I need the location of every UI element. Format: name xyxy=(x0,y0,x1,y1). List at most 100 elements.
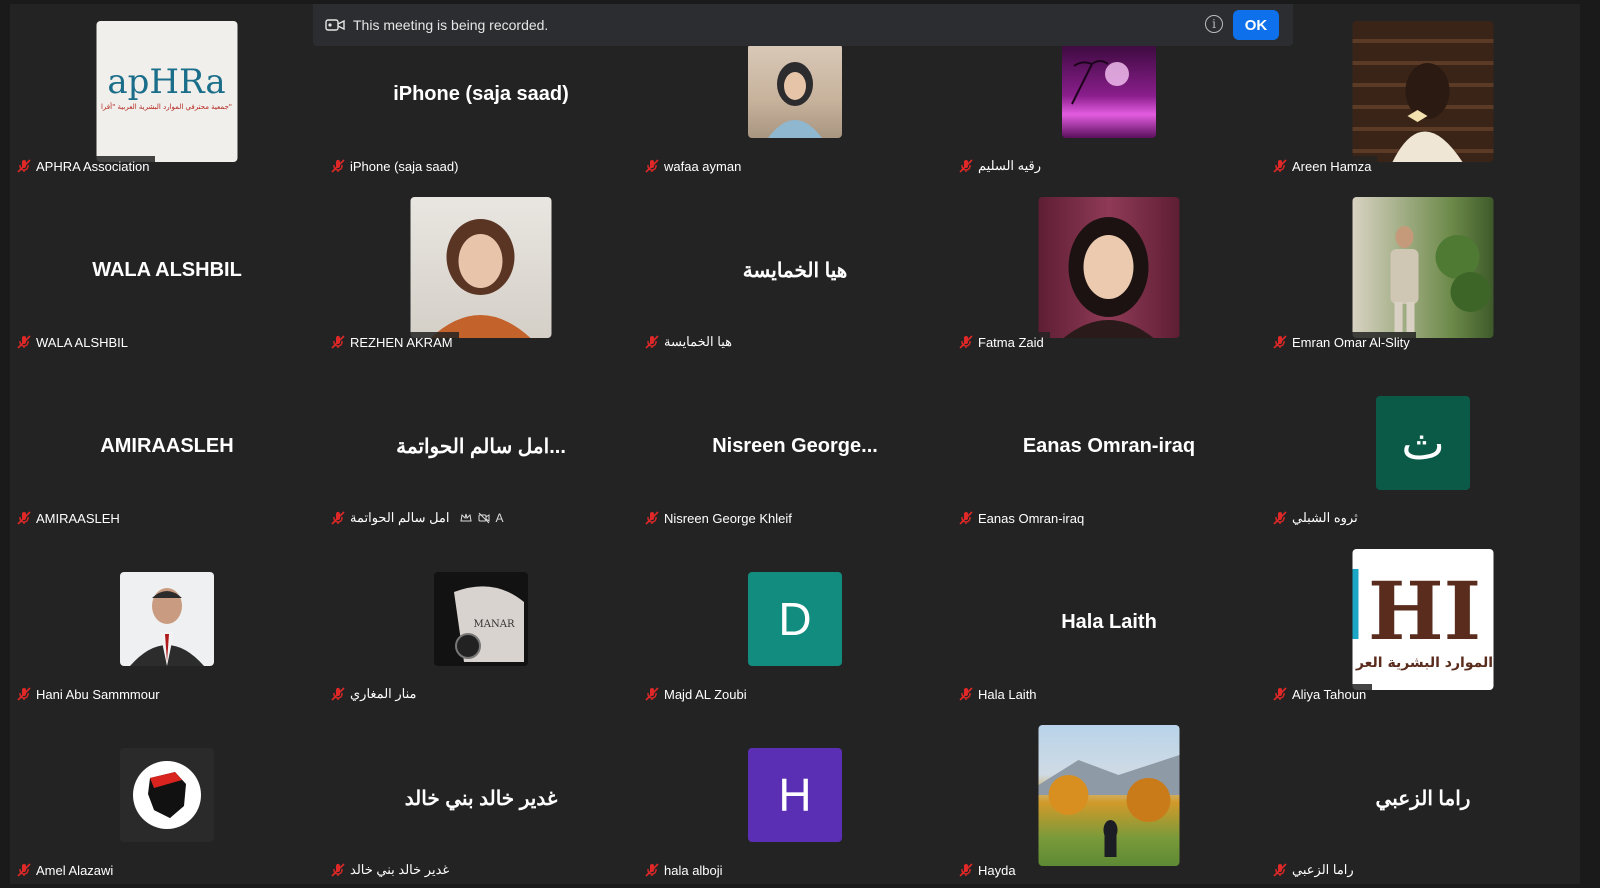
participant-tile[interactable]: امل سالم الحواتمة... امل سالم الحواتمة A xyxy=(324,356,638,532)
participant-tile[interactable]: Hala Laith Hala Laith xyxy=(952,532,1266,708)
participant-label: Eanas Omran-iraq xyxy=(956,508,1091,528)
mic-muted-icon xyxy=(645,335,659,349)
participant-label: AMIRAASLEH xyxy=(14,508,126,528)
participant-tile[interactable]: Amel Alazawi xyxy=(10,708,324,884)
avatar: ث xyxy=(1376,396,1470,490)
participant-photo xyxy=(1038,197,1180,338)
participant-name: Hani Abu Sammmour xyxy=(36,686,160,702)
participant-tile[interactable]: Fatma Zaid xyxy=(952,180,1266,356)
mic-muted-icon xyxy=(331,863,345,877)
mic-muted-icon xyxy=(959,687,973,701)
participant-name: Majd AL Zoubi xyxy=(664,686,747,702)
participant-name: راما الزعبي xyxy=(1292,862,1354,877)
participant-photo xyxy=(120,572,214,666)
participant-name: iPhone (saja saad) xyxy=(350,158,459,174)
participant-label: REZHEN AKRAM xyxy=(328,332,459,352)
participant-name: Fatma Zaid xyxy=(978,334,1044,350)
participant-name: Amel Alazawi xyxy=(36,862,114,878)
mic-muted-icon xyxy=(331,335,345,349)
participant-photo xyxy=(748,44,842,138)
participant-name: WALA ALSHBIL xyxy=(36,334,129,350)
recording-banner: This meeting is being recorded. i OK xyxy=(313,4,1293,46)
participant-label: APHRA Association xyxy=(14,156,156,176)
participant-name: AMIRAASLEH xyxy=(36,510,120,526)
mic-muted-icon xyxy=(17,159,31,173)
ok-button[interactable]: OK xyxy=(1233,10,1279,40)
mic-muted-icon xyxy=(1273,687,1287,701)
participant-tile[interactable]: غدير خالد بني خالد غدير خالد بني خالد xyxy=(324,708,638,884)
participant-tile[interactable]: Eanas Omran-iraq Eanas Omran-iraq xyxy=(952,356,1266,532)
participant-label: راما الزعبي xyxy=(1270,860,1360,880)
participant-tile[interactable]: راما الزعبي راما الزعبي xyxy=(1266,708,1580,884)
participant-label: iPhone (saja saad) xyxy=(328,156,465,176)
participant-photo xyxy=(1038,725,1180,866)
participant-display-name: Eanas Omran-iraq xyxy=(1022,434,1196,457)
mic-muted-icon xyxy=(331,511,345,525)
info-icon[interactable]: i xyxy=(1205,15,1223,33)
participant-display-name: Nisreen George... xyxy=(712,434,878,457)
participant-label: Hayda xyxy=(956,860,1022,880)
participant-photo xyxy=(1352,21,1494,162)
mic-muted-icon xyxy=(17,687,31,701)
participant-photo: HI الموارد البشرية العر xyxy=(1352,549,1494,690)
participant-tile[interactable]: REZHEN AKRAM xyxy=(324,180,638,356)
participant-tile[interactable]: هيا الخمايسة هيا الخمايسة xyxy=(638,180,952,356)
participant-tile[interactable]: Hani Abu Sammmour xyxy=(10,532,324,708)
participant-tile[interactable]: MANAR منار المغاري xyxy=(324,532,638,708)
participant-photo: apHRa جمعية محترفي الموارد البشرية العرب… xyxy=(96,21,238,162)
logo-letters: HI xyxy=(1368,564,1481,658)
participant-label: Hala Laith xyxy=(956,684,1043,704)
mic-muted-icon xyxy=(645,511,659,525)
participant-name: رقيه السليم xyxy=(978,158,1042,173)
participant-name: REZHEN AKRAM xyxy=(350,334,453,350)
participant-name: منار المغاري xyxy=(350,686,417,701)
participant-label: Areen Hamza xyxy=(1270,156,1378,176)
participant-extra-letter: A xyxy=(495,511,504,525)
avatar-letter: ث xyxy=(1401,417,1445,469)
logo-subtitle: جمعية محترفي الموارد البشرية العربية "أف… xyxy=(101,102,232,111)
mic-muted-icon xyxy=(959,863,973,877)
participant-tile[interactable]: ث ثروه الشبلي xyxy=(1266,356,1580,532)
participant-display-name: AMIRAASLEH xyxy=(100,434,234,457)
avatar-letter: D xyxy=(778,593,812,645)
participant-name: Eanas Omran-iraq xyxy=(978,510,1085,526)
crown-icon xyxy=(459,513,472,522)
participant-name: ثروه الشبلي xyxy=(1292,510,1358,525)
participant-tile[interactable]: Areen Hamza xyxy=(1266,4,1580,180)
participant-label: Aliya Tahoun xyxy=(1270,684,1373,704)
participant-tile[interactable]: Emran Omar Al-Slity xyxy=(1266,180,1580,356)
mic-muted-icon xyxy=(17,335,31,349)
mic-muted-icon xyxy=(1273,511,1287,525)
tattoo-text: MANAR xyxy=(474,619,515,630)
participant-label: ثروه الشبلي xyxy=(1270,508,1364,528)
avatar: D xyxy=(748,572,842,666)
mic-muted-icon xyxy=(959,159,973,173)
mic-muted-icon xyxy=(1273,159,1287,173)
participant-tile[interactable]: AMIRAASLEH AMIRAASLEH xyxy=(10,356,324,532)
participant-tile[interactable]: Hayda xyxy=(952,708,1266,884)
mic-muted-icon xyxy=(1273,863,1287,877)
mic-muted-icon xyxy=(645,159,659,173)
participant-display-name: Hala Laith xyxy=(1061,610,1157,633)
participant-tile[interactable]: HI الموارد البشرية العر Aliya Tahoun xyxy=(1266,532,1580,708)
participant-display-name: هيا الخمايسة xyxy=(742,259,848,282)
logo-subtitle: الموارد البشرية العر xyxy=(1355,655,1493,671)
participant-tile[interactable]: H hala alboji xyxy=(638,708,952,884)
recording-banner-text: This meeting is being recorded. xyxy=(353,17,549,33)
participant-tile[interactable]: apHRa جمعية محترفي الموارد البشرية العرب… xyxy=(10,4,324,180)
participant-label: WALA ALSHBIL xyxy=(14,332,135,352)
participant-tile[interactable]: WALA ALSHBIL WALA ALSHBIL xyxy=(10,180,324,356)
participant-label: hala alboji xyxy=(642,860,729,880)
participant-name: هيا الخمايسة xyxy=(664,334,732,349)
mic-muted-icon xyxy=(17,863,31,877)
mic-muted-icon xyxy=(1273,335,1287,349)
participant-label: Hani Abu Sammmour xyxy=(14,684,166,704)
participant-label: Fatma Zaid xyxy=(956,332,1050,352)
participant-name: غدير خالد بني خالد xyxy=(350,862,450,877)
participant-tile[interactable]: Nisreen George... Nisreen George Khleif xyxy=(638,356,952,532)
participant-name: Aliya Tahoun xyxy=(1292,686,1367,702)
participant-label: Nisreen George Khleif xyxy=(642,508,798,528)
participant-label: Emran Omar Al-Slity xyxy=(1270,332,1416,352)
participant-tile[interactable]: D Majd AL Zoubi xyxy=(638,532,952,708)
participant-photo xyxy=(410,197,552,338)
